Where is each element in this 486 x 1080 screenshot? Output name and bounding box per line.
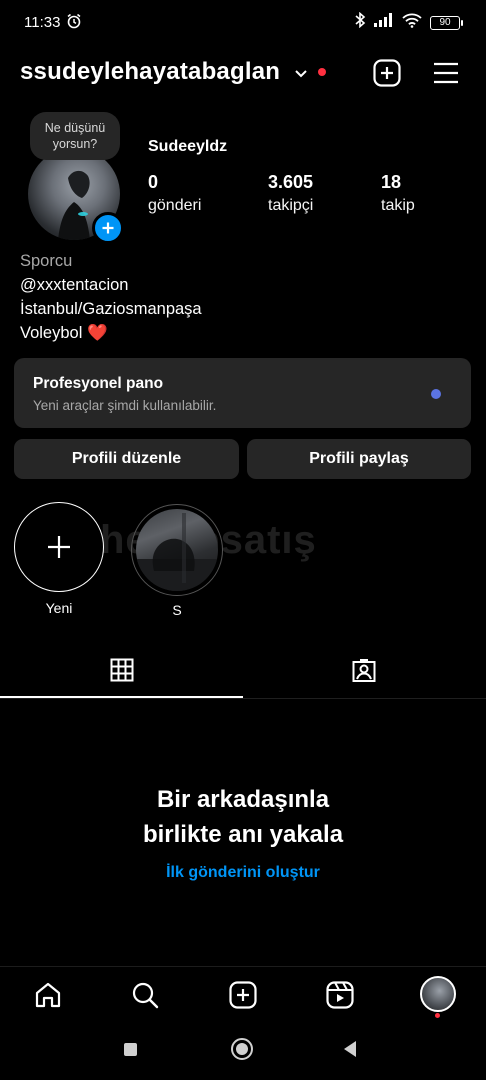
empty-state-line2: birlikte anı yakala bbox=[142, 821, 344, 848]
profile-username[interactable]: ssudeylehayatabaglan bbox=[20, 58, 280, 86]
alarm-icon bbox=[66, 13, 82, 34]
stat-posts[interactable]: 0 gönderi bbox=[148, 172, 201, 215]
bluetooth-icon bbox=[354, 11, 366, 33]
plus-icon bbox=[48, 536, 70, 558]
status-bar: 11:33 90 bbox=[0, 0, 486, 46]
edit-profile-button[interactable]: Profili düzenle bbox=[14, 439, 239, 479]
stat-following[interactable]: 18 takip bbox=[381, 172, 415, 215]
new-highlight-button[interactable] bbox=[14, 502, 104, 592]
stat-value: 3.605 bbox=[268, 172, 314, 192]
tagged-icon[interactable] bbox=[350, 656, 378, 684]
chevron-down-icon[interactable] bbox=[294, 66, 308, 84]
create-icon[interactable] bbox=[372, 58, 402, 88]
status-time: 11:33 bbox=[24, 14, 61, 31]
pro-dashboard-title: Profesyonel pano bbox=[33, 375, 164, 392]
stat-label: takip bbox=[381, 197, 415, 214]
home-icon[interactable] bbox=[33, 980, 63, 1010]
empty-state-title: Bir arkadaşınla birlikte anı yakala bbox=[0, 782, 486, 852]
share-profile-button[interactable]: Profili paylaş bbox=[247, 439, 471, 479]
profile-category: Sporcu bbox=[20, 252, 73, 270]
search-icon[interactable] bbox=[130, 980, 160, 1010]
empty-state-line1: Bir arkadaşınla bbox=[156, 786, 330, 813]
bio-text: Voleybol ❤️ bbox=[20, 324, 108, 342]
bio-location: İstanbul/Gaziosmanpaşa bbox=[20, 300, 202, 318]
battery-icon: 90 bbox=[430, 15, 463, 30]
signal-icon bbox=[374, 13, 394, 32]
note-bubble[interactable]: Ne düşünü yorsun? bbox=[30, 112, 120, 160]
reels-icon[interactable] bbox=[325, 980, 355, 1010]
back-icon[interactable] bbox=[342, 1040, 358, 1063]
active-tab-indicator bbox=[0, 696, 243, 698]
new-indicator-dot bbox=[431, 389, 441, 399]
grid-icon[interactable] bbox=[108, 656, 136, 684]
stat-followers[interactable]: 3.605 takipçi bbox=[268, 172, 313, 215]
stat-value: 18 bbox=[381, 172, 402, 192]
tab-divider bbox=[0, 698, 486, 699]
display-name: Sudeeyldz bbox=[148, 138, 228, 155]
highlight-cover[interactable] bbox=[136, 509, 218, 591]
professional-dashboard-card[interactable] bbox=[14, 358, 471, 428]
wifi-icon bbox=[402, 13, 422, 33]
bio-mention[interactable]: @xxxtentacion bbox=[20, 276, 128, 295]
notification-dot bbox=[435, 1013, 440, 1018]
stat-label: takipçi bbox=[268, 197, 314, 214]
pro-dashboard-subtitle: Yeni araçlar şimdi kullanılabilir. bbox=[33, 398, 217, 413]
stat-value: 0 bbox=[148, 172, 159, 192]
create-icon[interactable] bbox=[228, 980, 258, 1010]
add-story-icon[interactable] bbox=[92, 212, 124, 244]
home-button-icon[interactable] bbox=[231, 1038, 253, 1060]
recents-icon[interactable] bbox=[124, 1043, 137, 1056]
create-first-post-link[interactable]: İlk gönderini oluştur bbox=[0, 864, 486, 882]
notification-dot bbox=[318, 68, 326, 76]
battery-level: 90 bbox=[439, 17, 451, 28]
profile-tab-avatar[interactable] bbox=[420, 976, 456, 1012]
highlight-label: S bbox=[172, 602, 182, 618]
menu-icon[interactable] bbox=[432, 58, 460, 88]
highlight-label: Yeni bbox=[45, 600, 73, 616]
stat-label: gönderi bbox=[148, 197, 202, 214]
